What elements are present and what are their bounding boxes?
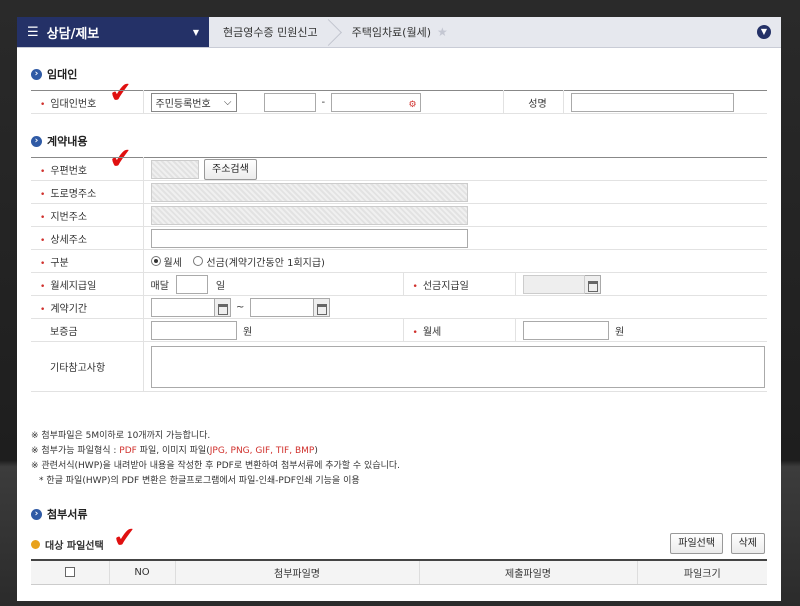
name-label: 성명	[502, 90, 564, 114]
payday-prefix: 매달	[150, 280, 169, 292]
prepaid-radio-label[interactable]: 선금(계약기간동안 1회지급)	[206, 258, 325, 269]
prepaid-radio[interactable]	[193, 256, 204, 266]
detail-address-input[interactable]	[150, 228, 468, 248]
dash-separator: -	[321, 96, 326, 108]
attachment-table: NO 첨부파일명 제출파일명 파일크기	[31, 559, 767, 585]
lot-address-row: • 지번주소	[31, 203, 767, 227]
deposit-label: 보증금	[50, 326, 78, 338]
period-start-input[interactable]	[150, 297, 215, 317]
landlord-form: • 임대인번호 주민등록번호 ⌵ - ⚙ 성명	[31, 90, 767, 114]
checkmark-icon: ✔	[111, 520, 138, 555]
monthly-radio-label[interactable]: 월세	[164, 258, 182, 269]
top-navigation: ☰ 상담/제보 ▼ 현금영수증 민원신고 주택임차료(월세) ★ ▼	[17, 17, 781, 48]
road-address-label: 도로명주소	[50, 188, 97, 200]
detail-address-row: • 상세주소	[31, 226, 767, 250]
address-search-button[interactable]: 주소검색	[204, 158, 257, 180]
period-row: • 계약기간 ~	[31, 295, 767, 319]
section-title-landlord: › 임대인	[31, 66, 77, 82]
select-all-checkbox[interactable]	[64, 566, 75, 577]
star-icon[interactable]: ★	[437, 25, 448, 39]
keypad-icon[interactable]: ⚙	[409, 97, 417, 114]
landlord-id-label: • 임대인번호	[31, 90, 144, 114]
deposit-input[interactable]	[150, 320, 237, 340]
chevron-down-icon: ⌵	[223, 96, 232, 108]
attachment-notes: ※ 첨부파일은 5M이하로 10개까지 가능합니다. ※ 첨부가능 파일형식 :…	[31, 429, 400, 489]
note-line: ※ 첨부가능 파일형식 : PDF 파일, 이미지 파일(JPG, PNG, G…	[31, 446, 318, 456]
won-unit: 원	[243, 326, 253, 338]
remarks-textarea[interactable]	[150, 345, 765, 388]
monthly-radio[interactable]	[150, 256, 161, 266]
payday-label: 월세지급일	[50, 280, 97, 292]
menu-title: 상담/제보	[46, 26, 100, 42]
type-label: 구분	[50, 257, 69, 269]
landlord-id-row: • 임대인번호 주민등록번호 ⌵ - ⚙ 성명	[31, 90, 767, 114]
prepaid-date-input	[522, 274, 585, 294]
id-first-input[interactable]	[264, 92, 316, 112]
circle-arrow-icon: ›	[31, 68, 42, 80]
bullet-icon	[31, 540, 40, 549]
remarks-row: 기타참고사항	[31, 341, 767, 392]
table-header-row: NO 첨부파일명 제출파일명 파일크기	[31, 560, 767, 585]
prepaid-date-label: 선금지급일	[422, 280, 469, 292]
deposit-row: 보증금 원 • 월세 원	[31, 318, 767, 342]
tilde-separator: ~	[236, 301, 245, 313]
lot-address-input	[150, 205, 468, 225]
menu-dropdown[interactable]: ☰ 상담/제보 ▼	[17, 17, 209, 47]
road-address-input	[150, 182, 468, 202]
period-end-input[interactable]	[249, 297, 314, 317]
rent-input[interactable]	[522, 320, 609, 340]
payday-row: • 월세지급일 매달 일 • 선금지급일	[31, 272, 767, 296]
chevron-down-icon[interactable]: ▼	[757, 25, 771, 39]
breadcrumb-label: 현금영수증 민원신고	[223, 26, 318, 39]
file-select-button[interactable]: 파일선택	[670, 533, 724, 554]
contract-form: • 우편번호 주소검색 • 도로명주소 • 지번주소 • 상세주소 • 구분 월세 선금(…	[31, 157, 767, 392]
type-row: • 구분 월세 선금(계약기간동안 1회지급)	[31, 249, 767, 273]
main-window: ☰ 상담/제보 ▼ 현금영수증 민원신고 주택임차료(월세) ★ ▼ › 임대인…	[17, 17, 781, 601]
id-second-input[interactable]: ⚙	[330, 92, 421, 114]
road-address-row: • 도로명주소	[31, 180, 767, 204]
calendar-icon[interactable]	[584, 274, 601, 294]
note-line: ※ 관련서식(HWP)을 내려받아 내용을 작성한 후 PDF로 변환하여 첨부…	[31, 461, 401, 471]
breadcrumb-item-receipt[interactable]: 현금영수증 민원신고	[209, 17, 338, 47]
lot-address-label: 지번주소	[50, 211, 88, 223]
circle-arrow-icon: ›	[31, 508, 42, 520]
payday-input[interactable]	[176, 274, 209, 294]
target-file-heading: 대상 파일선택	[31, 537, 104, 552]
circle-arrow-icon: ›	[31, 135, 42, 147]
attachment-buttons: 파일선택 삭제	[670, 533, 765, 554]
rent-label: 월세	[422, 326, 442, 338]
breadcrumb-item-rent[interactable]: 주택임차료(월세) ★	[338, 17, 468, 47]
zip-row: • 우편번호 주소검색	[31, 157, 767, 181]
hamburger-icon: ☰	[27, 24, 39, 40]
id-type-select[interactable]: 주민등록번호 ⌵	[150, 92, 237, 112]
won-unit: 원	[615, 326, 625, 338]
section-title-attachments: › 첨부서류	[31, 506, 87, 522]
detail-address-label: 상세주소	[50, 234, 88, 246]
breadcrumb-label: 주택임차료(월세)	[351, 26, 432, 39]
payday-suffix: 일	[215, 280, 226, 292]
column-header: 파일크기	[637, 560, 767, 585]
calendar-icon[interactable]	[214, 297, 231, 317]
zip-input	[150, 159, 199, 179]
caret-down-icon: ▼	[192, 27, 199, 37]
remarks-label: 기타참고사항	[50, 363, 106, 374]
zip-label: 우편번호	[50, 165, 88, 177]
column-header: NO	[109, 560, 176, 585]
note-line: ※ 첨부파일은 5M이하로 10개까지 가능합니다.	[31, 431, 211, 441]
calendar-icon[interactable]	[313, 297, 330, 317]
column-header: 첨부파일명	[175, 560, 420, 585]
section-title-contract: › 계약내용	[31, 133, 87, 149]
note-line: * 한글 파일(HWP)의 PDF 변환은 한글프로그램에서 파일-인쇄-PDF…	[39, 476, 360, 486]
select-all-header	[31, 560, 110, 585]
name-input[interactable]	[570, 92, 734, 112]
column-header: 제출파일명	[419, 560, 638, 585]
period-label: 계약기간	[50, 303, 88, 315]
delete-button[interactable]: 삭제	[730, 533, 765, 554]
